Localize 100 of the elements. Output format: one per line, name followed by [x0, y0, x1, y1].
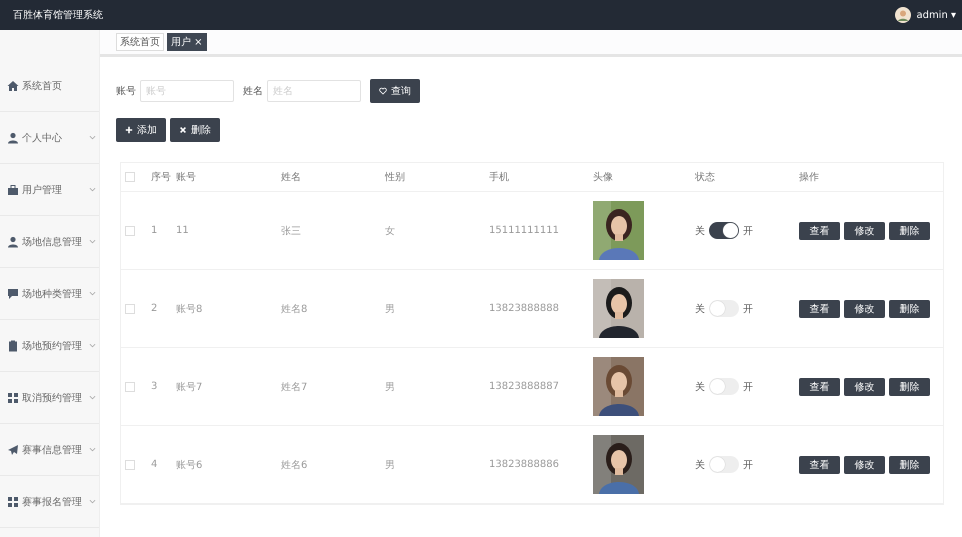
- edit-button[interactable]: 修改: [844, 300, 885, 318]
- tab[interactable]: 用户 ×: [167, 33, 207, 51]
- sidebar-label: 场地种类管理: [22, 288, 82, 300]
- table-cell-text: 账号8: [176, 302, 204, 316]
- delete-button[interactable]: 删除: [889, 300, 930, 318]
- switch-label: 开: [743, 458, 753, 472]
- column-header: 性别: [385, 170, 406, 184]
- column-header: 姓名: [281, 171, 302, 184]
- table-cell-text: 账号6: [176, 458, 204, 472]
- sidebar-item[interactable]: 用户管理: [0, 164, 99, 216]
- table-cell-text: 13823888886: [489, 459, 560, 470]
- sidebar-label: 取消预约管理: [22, 392, 82, 404]
- search-button[interactable]: 查询: [370, 79, 420, 103]
- table-cell-text: 男: [385, 302, 396, 316]
- table-cell-text: 1: [151, 225, 158, 236]
- clipboard-icon: [7, 340, 19, 352]
- toggle-switch[interactable]: [709, 456, 739, 473]
- sidebar-label: 用户管理: [22, 184, 62, 196]
- table-cell-text: 姓名7: [281, 380, 308, 394]
- table-cell-text: 姓名8: [281, 302, 308, 316]
- switch-label: 开: [743, 302, 753, 316]
- switch-label: 关: [695, 458, 705, 472]
- switch-label: 关: [695, 380, 705, 394]
- chevron-icon: [89, 239, 96, 244]
- switch-label: 开: [743, 380, 753, 394]
- column-header: 头像: [593, 170, 614, 184]
- chevron-icon: [89, 499, 96, 504]
- edit-button[interactable]: 修改: [844, 222, 885, 240]
- table-cell-text: 女: [385, 224, 396, 238]
- user-icon: [7, 132, 19, 144]
- grid-icon: [7, 392, 19, 404]
- table-cell-text: 13823888888: [489, 303, 560, 314]
- sidebar-item[interactable]: 个人中心: [0, 112, 99, 164]
- delete-button[interactable]: 删除: [889, 456, 930, 474]
- chevron-icon: [89, 291, 96, 296]
- chevron-icon: [89, 187, 96, 192]
- view-button[interactable]: 查看: [799, 378, 840, 396]
- checkbox[interactable]: [125, 172, 135, 182]
- checkbox[interactable]: [125, 382, 135, 392]
- app-title: 百胜体育馆管理系统: [13, 8, 103, 22]
- briefcase-icon: [7, 184, 19, 196]
- edit-button[interactable]: 修改: [844, 456, 885, 474]
- column-header: 账号: [176, 170, 197, 184]
- sidebar-item[interactable]: 赛事报名管理: [0, 476, 99, 528]
- user-icon: [7, 236, 19, 248]
- sidebar-item[interactable]: 场地种类管理: [0, 268, 99, 320]
- sidebar-label: 赛事报名管理: [22, 496, 82, 508]
- view-button[interactable]: 查看: [799, 456, 840, 474]
- sidebar-label: 场地信息管理: [22, 236, 82, 248]
- table-cell-text: 男: [385, 380, 396, 394]
- avatar-icon[interactable]: [895, 7, 912, 23]
- delete-button[interactable]: 删除: [889, 378, 930, 396]
- plus-icon: [125, 126, 133, 134]
- checkbox[interactable]: [125, 304, 135, 314]
- table-cell-text: 账号7: [176, 380, 204, 394]
- table-cell-text: 15111111111: [489, 225, 560, 236]
- table-cell-text: 11: [176, 225, 190, 236]
- switch-label: 开: [743, 224, 753, 238]
- tab[interactable]: 系统首页: [116, 33, 164, 51]
- toggle-switch[interactable]: [709, 300, 739, 317]
- table-cell-text: 男: [385, 458, 396, 472]
- view-button[interactable]: 查看: [799, 300, 840, 318]
- sidebar-item[interactable]: 场地信息管理: [0, 216, 99, 268]
- sidebar-item[interactable]: 场地预约管理: [0, 320, 99, 372]
- toggle-switch[interactable]: [709, 222, 739, 239]
- sidebar-item[interactable]: 取消预约管理: [0, 372, 99, 424]
- column-header: 状态: [695, 170, 716, 184]
- grid-icon: [7, 496, 19, 508]
- field-label: 姓名: [243, 85, 263, 98]
- edit-button[interactable]: 修改: [844, 378, 885, 396]
- heart-icon: [379, 87, 387, 95]
- table-cell-text: 4: [151, 459, 158, 470]
- home-icon: [7, 80, 19, 92]
- table-cell-text: 姓名6: [281, 458, 308, 472]
- sidebar-label: 场地预约管理: [22, 340, 82, 352]
- toggle-switch[interactable]: [709, 378, 739, 395]
- chevron-icon: [89, 395, 96, 400]
- add-button[interactable]: 添加: [116, 118, 166, 142]
- table-cell-text: 3: [151, 381, 158, 392]
- user-menu[interactable]: admin ▾: [916, 10, 956, 20]
- column-header: 操作: [799, 171, 820, 184]
- close-icon: [179, 126, 187, 134]
- checkbox[interactable]: [125, 226, 135, 236]
- table-cell-text: 2: [151, 303, 158, 314]
- sidebar-label: 赛事信息管理: [22, 444, 82, 456]
- delete-button[interactable]: 删除: [170, 118, 220, 142]
- chevron-icon: [89, 447, 96, 452]
- sidebar-label: 个人中心: [22, 132, 62, 144]
- switch-label: 关: [695, 224, 705, 238]
- delete-button[interactable]: 删除: [889, 222, 930, 240]
- sidebar-item[interactable]: 系统首页: [0, 60, 99, 112]
- sidebar-item[interactable]: 赛事信息管理: [0, 424, 99, 476]
- chevron-icon: [89, 135, 96, 140]
- field-label: 账号: [116, 84, 136, 98]
- switch-label: 关: [695, 302, 705, 316]
- column-header: 序号: [151, 170, 172, 184]
- checkbox[interactable]: [125, 460, 135, 470]
- view-button[interactable]: 查看: [799, 222, 840, 240]
- chat-icon: [7, 288, 19, 300]
- table-cell-text: 张三: [281, 224, 302, 238]
